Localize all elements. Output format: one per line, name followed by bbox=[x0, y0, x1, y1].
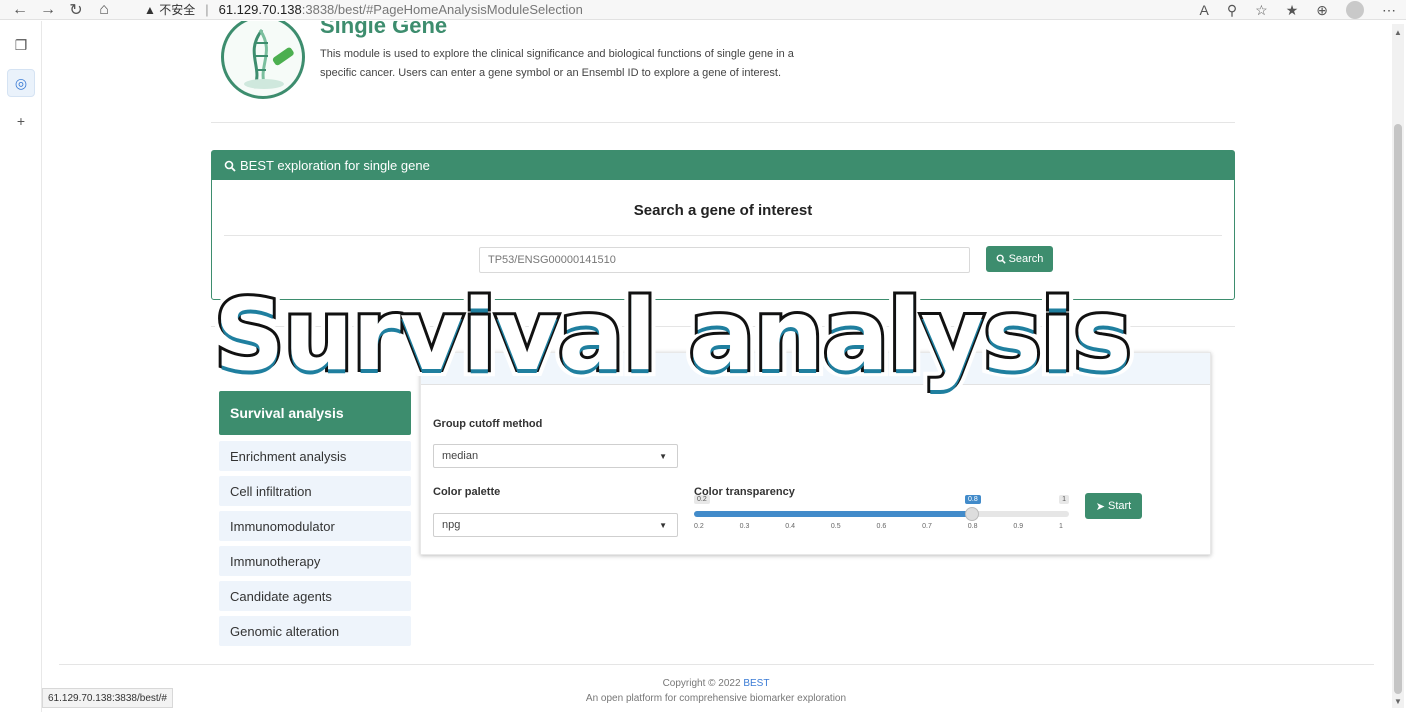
copyright-text: Copyright © 2022 bbox=[662, 678, 741, 689]
menu-item-survival-analysis[interactable]: Survival analysis bbox=[219, 391, 411, 435]
slider-value: 0.8 bbox=[965, 495, 981, 504]
favorites-icon[interactable]: ★ bbox=[1286, 2, 1299, 19]
gene-search-input[interactable]: TP53/ENSG00000141510 bbox=[479, 247, 970, 273]
scroll-up-icon[interactable]: ▲ bbox=[1394, 28, 1402, 37]
back-icon[interactable]: ← bbox=[6, 1, 34, 19]
home-icon[interactable]: ⌂ bbox=[90, 1, 118, 19]
search-icon bbox=[224, 160, 236, 172]
paper-plane-icon: ➤ bbox=[1095, 500, 1105, 513]
transparency-slider[interactable]: 0.2 1 0.8 0.2 0.3 0.4 0.5 0.6 0.7 0.8 0.9 1 bbox=[694, 495, 1069, 539]
security-warning[interactable]: ▲ 不安全 bbox=[144, 1, 195, 18]
url-host: 61.129.70.138 bbox=[218, 2, 302, 17]
divider bbox=[211, 122, 1235, 123]
scroll-thumb[interactable] bbox=[1394, 124, 1402, 694]
url-separator: | bbox=[205, 2, 209, 17]
search-panel: BEST exploration for single gene Search … bbox=[211, 150, 1235, 300]
browser-toolbar: ← → ↻ ⌂ ▲ 不安全 | 61.129.70.138 :3838/best… bbox=[0, 0, 1406, 20]
slider-tick-label: 0.4 bbox=[785, 523, 795, 530]
search-panel-title: BEST exploration for single gene bbox=[240, 158, 430, 173]
cutoff-select[interactable]: median ▼ bbox=[433, 444, 678, 468]
menu-item-immunomodulator[interactable]: Immunomodulator bbox=[219, 511, 411, 541]
footer-tagline: An open platform for comprehensive bioma… bbox=[585, 693, 847, 704]
reload-icon[interactable]: ↻ bbox=[62, 0, 90, 20]
read-aloud-icon[interactable]: A bbox=[1200, 2, 1209, 18]
slider-min: 0.2 bbox=[694, 495, 710, 504]
slider-tick-label: 0.5 bbox=[830, 523, 841, 530]
browser-sidebar: ❐ ◎ + bbox=[0, 21, 42, 712]
zoom-icon[interactable]: ⚲ bbox=[1227, 2, 1237, 19]
search-heading: Search a gene of interest bbox=[633, 202, 813, 219]
menu-item-immunotherapy[interactable]: Immunotherapy bbox=[219, 546, 411, 576]
menu-item-cell-infiltration[interactable]: Cell infiltration bbox=[219, 476, 411, 506]
start-button[interactable]: ➤ Start bbox=[1085, 493, 1142, 519]
menu-item-genomic-alteration[interactable]: Genomic alteration bbox=[219, 616, 411, 646]
tab-actions-icon[interactable]: ❐ bbox=[7, 31, 35, 59]
favorite-add-icon[interactable]: ☆ bbox=[1255, 2, 1268, 19]
forward-icon[interactable]: → bbox=[34, 1, 62, 19]
panel-divider bbox=[224, 235, 1222, 236]
current-tab-icon[interactable]: ◎ bbox=[7, 69, 35, 97]
slider-max: 1 bbox=[1059, 495, 1069, 504]
module-description: This module is used to explore the clini… bbox=[320, 48, 794, 79]
search-button-label: Search bbox=[1008, 253, 1044, 265]
cutoff-label: Group cutoff method bbox=[433, 418, 543, 430]
brand-link[interactable]: BEST bbox=[743, 678, 769, 689]
status-bar-url: 61.129.70.138:3838/best/# bbox=[42, 688, 173, 708]
slider-tick-label: 0.9 bbox=[1013, 523, 1024, 530]
analysis-menu: Survival analysis Enrichment analysis Ce… bbox=[219, 391, 411, 651]
slider-tick-label: 1 bbox=[1059, 523, 1063, 530]
caption-overlay: Survival analysis bbox=[211, 276, 1135, 396]
slider-tick-label: 0.6 bbox=[876, 523, 887, 530]
slider-handle[interactable] bbox=[965, 507, 979, 521]
profile-avatar[interactable] bbox=[1346, 1, 1364, 19]
browser-actions: A ⚲ ☆ ★ ⊕ ⋯ bbox=[1200, 0, 1396, 20]
more-icon[interactable]: ⋯ bbox=[1382, 2, 1396, 19]
search-panel-header: BEST exploration for single gene bbox=[212, 151, 1234, 180]
menu-item-enrichment-analysis[interactable]: Enrichment analysis bbox=[219, 441, 411, 471]
collections-icon[interactable]: ⊕ bbox=[1316, 2, 1328, 19]
chevron-down-icon: ▼ bbox=[659, 452, 667, 461]
slider-fill bbox=[694, 511, 972, 517]
divider bbox=[59, 664, 1374, 665]
page-scrollbar[interactable]: ▲ ▼ bbox=[1392, 24, 1404, 708]
palette-label: Color palette bbox=[433, 486, 501, 498]
slider-ticks: 0.2 0.3 0.4 0.5 0.6 0.7 0.8 0.9 1 bbox=[694, 523, 1069, 537]
palette-select[interactable]: npg ▼ bbox=[433, 513, 678, 537]
search-icon bbox=[996, 254, 1006, 264]
slider-tick-label: 0.8 bbox=[967, 523, 978, 530]
module-title: Single Gene bbox=[320, 21, 448, 38]
page-footer: Copyright © 2022 BEST An open platform f… bbox=[543, 676, 889, 706]
slider-tick-label: 0.3 bbox=[739, 523, 750, 530]
chevron-down-icon: ▼ bbox=[659, 521, 667, 530]
url-path: :3838/best/#PageHomeAnalysisModuleSelect… bbox=[301, 2, 583, 17]
copyright-line: Copyright © 2022 BEST bbox=[543, 676, 889, 691]
new-tab-icon[interactable]: + bbox=[7, 107, 35, 135]
slider-tick-label: 0.7 bbox=[922, 523, 932, 530]
cutoff-value: median bbox=[442, 450, 479, 462]
start-button-label: Start bbox=[1107, 500, 1132, 512]
scroll-down-icon[interactable]: ▼ bbox=[1394, 697, 1402, 706]
menu-item-candidate-agents[interactable]: Candidate agents bbox=[219, 581, 411, 611]
palette-value: npg bbox=[442, 519, 461, 531]
module-logo bbox=[221, 21, 305, 99]
address-bar[interactable]: ▲ 不安全 | 61.129.70.138 :3838/best/#PageHo… bbox=[144, 1, 583, 18]
slider-tick-label: 0.2 bbox=[694, 523, 704, 530]
search-button[interactable]: Search bbox=[986, 246, 1053, 272]
